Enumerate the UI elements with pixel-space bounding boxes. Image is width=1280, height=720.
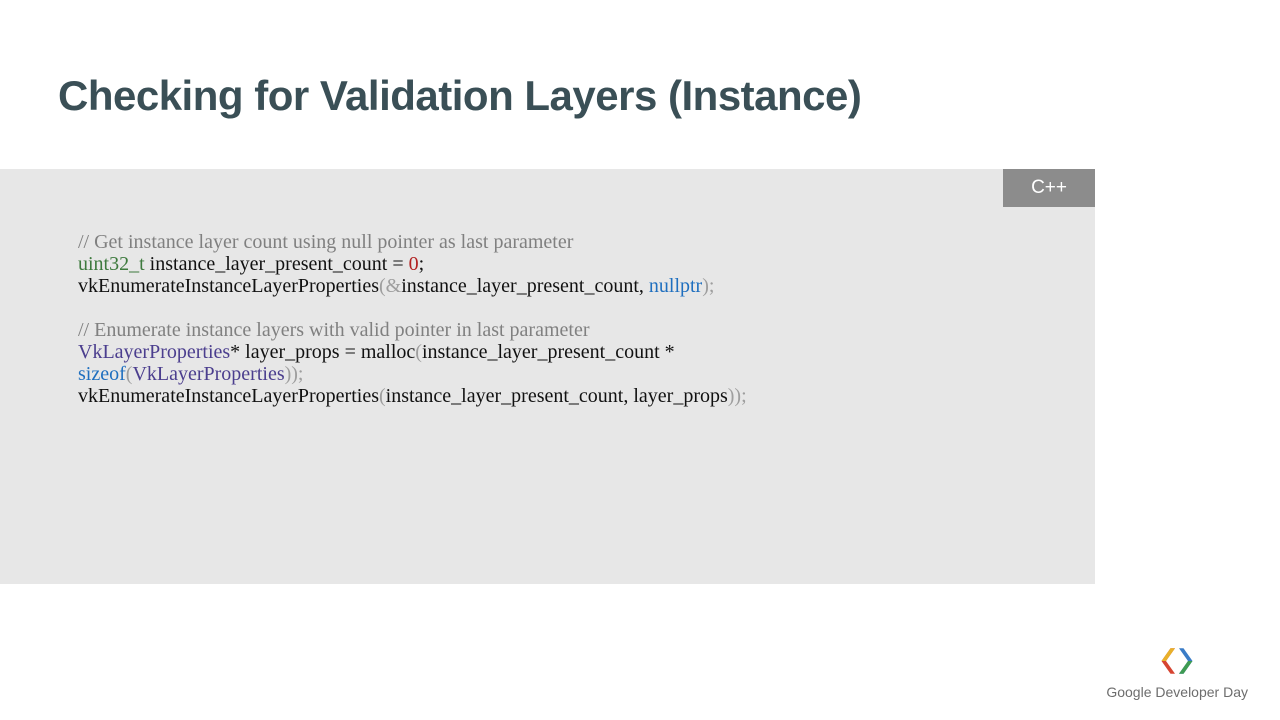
code-type: uint32_t — [78, 253, 145, 275]
code-punc: )); — [728, 385, 747, 407]
code-punc: ; — [419, 253, 425, 275]
code-ident: instance_layer_present_count — [145, 253, 393, 275]
code-ident: = malloc — [345, 341, 416, 363]
code-punc: , — [623, 385, 633, 407]
code-punc: )); — [285, 363, 304, 385]
language-badge: C++ — [1003, 169, 1095, 207]
code-panel: C++ // Get instance layer count using nu… — [0, 169, 1095, 584]
footer-brand-1: Google — [1106, 684, 1151, 700]
code-ident: instance_layer_present_count * — [422, 341, 675, 363]
code-number: 0 — [409, 253, 419, 275]
code-block: // Get instance layer count using null p… — [78, 231, 747, 407]
code-ident: vkEnumerateInstanceLayerProperties — [78, 385, 379, 407]
code-punc: , — [639, 275, 649, 297]
chevron-logo-icon — [1157, 644, 1197, 678]
code-ident: instance_layer_present_count — [401, 275, 639, 297]
code-punc: * — [230, 341, 245, 363]
slide-title: Checking for Validation Layers (Instance… — [58, 72, 861, 120]
code-punc: (& — [379, 275, 401, 297]
code-punc: ( — [379, 385, 386, 407]
code-keyword: nullptr — [649, 275, 702, 297]
code-keyword: sizeof — [78, 363, 126, 385]
slide: Checking for Validation Layers (Instance… — [0, 0, 1280, 720]
footer-brand: Google Developer Day — [1106, 644, 1248, 700]
code-ident: instance_layer_present_count — [386, 385, 624, 407]
code-punc: = — [392, 253, 408, 275]
code-class: VkLayerProperties — [132, 363, 284, 385]
code-ident: layer_props — [245, 341, 344, 363]
code-punc: ); — [702, 275, 714, 297]
code-class: VkLayerProperties — [78, 341, 230, 363]
footer-text: Google Developer Day — [1106, 684, 1248, 700]
code-ident: vkEnumerateInstanceLayerProperties — [78, 275, 379, 297]
footer-brand-2: Developer Day — [1152, 684, 1249, 700]
code-comment: // Get instance layer count using null p… — [78, 231, 573, 253]
code-punc: ( — [415, 341, 422, 363]
code-ident: layer_props — [633, 385, 727, 407]
code-comment: // Enumerate instance layers with valid … — [78, 319, 589, 341]
